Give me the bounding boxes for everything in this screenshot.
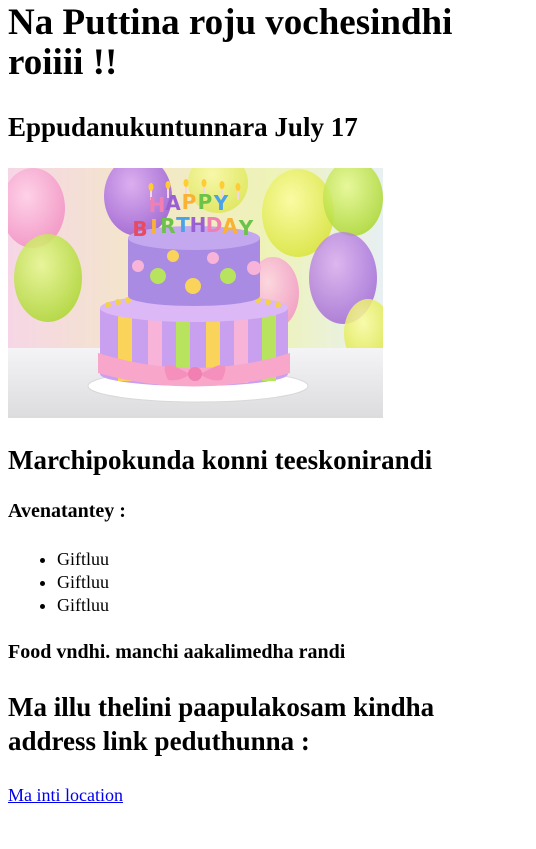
svg-text:A: A	[165, 191, 181, 215]
location-link[interactable]: Ma inti location	[8, 784, 123, 806]
page-content: Na Puttina roju vochesindhi roiiii !! Ep…	[0, 0, 536, 806]
svg-text:Y: Y	[213, 191, 229, 215]
date-heading: Eppudanukuntunnara July 17	[8, 112, 358, 142]
reminder-heading: Marchipokunda konni teeskonirandi	[8, 445, 433, 475]
list-item: Giftluu	[57, 548, 528, 571]
svg-text:R: R	[160, 214, 175, 238]
svg-text:T: T	[176, 213, 190, 237]
svg-text:H: H	[190, 213, 207, 237]
address-heading: Ma illu thelini paapulakosam kindha addr…	[8, 692, 435, 756]
page-title: Na Puttina roju vochesindhi roiiii !!	[8, 2, 453, 83]
avenatantey-label: Avenatantey :	[8, 500, 126, 522]
svg-text:B: B	[132, 217, 147, 241]
gift-list: Giftluu Giftluu Giftluu	[8, 548, 528, 617]
svg-text:P: P	[198, 190, 213, 214]
svg-text:D: D	[206, 213, 223, 237]
list-item: Giftluu	[57, 571, 528, 594]
svg-text:P: P	[182, 190, 197, 214]
svg-text:I: I	[150, 215, 157, 239]
list-item: Giftluu	[57, 594, 528, 617]
svg-text:A: A	[222, 214, 238, 238]
food-note: Food vndhi. manchi aakalimedha randi	[8, 641, 346, 663]
birthday-cake-image: H A P P Y B I R T H D A Y	[8, 168, 383, 418]
svg-text:Y: Y	[238, 216, 254, 240]
